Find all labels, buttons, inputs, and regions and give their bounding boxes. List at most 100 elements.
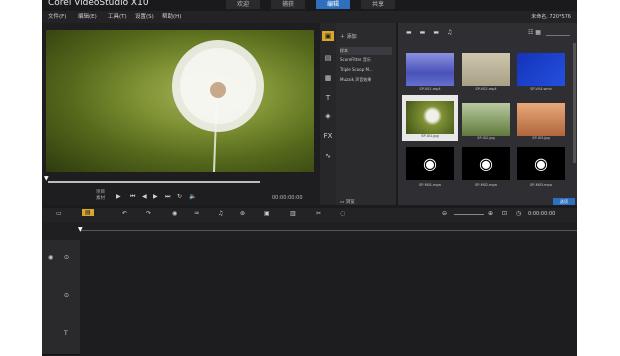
library-scrollbar[interactable] [573,43,576,163]
menu-edit[interactable]: 编辑(E) [78,11,97,23]
thumb-video-3[interactable] [517,53,565,86]
project-info: 未命名, 720*576 [531,14,571,20]
thumb-video-2[interactable] [462,53,510,86]
media-icon[interactable]: ▣ [322,31,334,41]
thumb-video-1[interactable] [406,53,454,86]
library-toolbar: ▣ ▤ ▦ T ◈ FX ∿ [320,23,336,205]
thumb-image-3[interactable] [517,103,565,136]
timeline-tracks: ◉ ⊙ ⊙ T [42,240,577,356]
motion-tracking-icon[interactable]: ⊛ [240,210,245,217]
tab-share[interactable]: 共享 [361,0,395,9]
folder-item[interactable]: Triple Scoop M... [340,66,373,74]
add-folder-label: 添加 [346,34,357,40]
thumb-label: SP-V04.wmv [530,87,552,91]
add-folder-button[interactable]: ＋ 添加 [340,33,357,40]
prev-frame-icon[interactable]: ◀ [142,193,147,200]
subtitle-editor-icon[interactable]: ▣ [264,210,270,217]
menu-help[interactable]: 帮助(H) [162,11,181,23]
media-filter-icons[interactable]: ▬▬▬♫ [406,29,460,36]
record-capture-icon[interactable]: ◉ [172,210,177,217]
track-visibility-icon[interactable]: ⊙ [64,254,69,261]
playhead[interactable]: ▼ [78,226,83,233]
app-window: Corel VideoStudio X10 欢迎 捕获 编辑 共享 文件(F) … [42,0,577,356]
next-frame-icon[interactable]: ▶ [153,193,158,200]
menu-tools[interactable]: 工具(T) [108,11,127,23]
mode-clip[interactable]: 素材 [96,196,105,202]
tab-capture[interactable]: 捕获 [271,0,305,9]
title-icon[interactable]: T [322,93,334,103]
thumb-audio-1[interactable]: ◉ [406,147,454,180]
thumb-label: SP-M03.mpa [530,183,552,187]
thumb-audio-3[interactable]: ◉ [517,147,565,180]
preview-panel: ▼ 项目 素材 ▶ ⏮ ◀ ▶ ⏭ ↻ 🔈 00:00:00:00 [42,23,320,205]
folder-item[interactable]: ScoreFitter 音乐 [340,56,371,64]
zoom-out-icon[interactable]: ⊖ [442,210,447,217]
sound-mixer-icon[interactable]: ♒ [194,210,199,217]
timeline-timecode[interactable]: 0:00:00:00 [528,211,555,217]
filter-icon[interactable]: FX [322,131,334,141]
redo-icon[interactable]: ↷ [146,210,151,217]
thumb-label: SP-M02.mpa [475,183,497,187]
path-icon[interactable]: ∿ [322,151,334,161]
thumb-size-slider[interactable] [546,35,570,36]
browse-label: 浏览 [345,200,355,205]
thumb-label: SP-V02.mp4 [475,87,497,91]
preview-timecode[interactable]: 00:00:00:00 [272,195,303,201]
play-icon[interactable]: ▶ [116,193,121,200]
dandelion-image [172,40,264,172]
zoom-in-icon[interactable]: ⊕ [488,210,493,217]
thumb-label: SP-V01.mp4 [419,87,441,91]
ripple-edit-icon[interactable]: ◌ [340,210,345,217]
app-title: Corel VideoStudio X10 [48,0,149,8]
thumb-image-2[interactable] [462,103,510,136]
track-visibility-icon[interactable]: ⊙ [64,292,69,299]
volume-icon[interactable]: 🔈 [189,193,196,200]
folder-icon: ▭ [340,200,345,205]
thumb-label: SP-I03.jpg [532,136,550,140]
menu-file[interactable]: 文件(F) [48,11,66,23]
menu-settings[interactable]: 设置(S) [135,11,154,23]
title-bar: Corel VideoStudio X10 欢迎 捕获 编辑 共享 [42,0,577,11]
folder-item[interactable]: Muzaik 声音效果 [340,76,371,84]
timeline-ruler[interactable]: ▼ [42,222,577,240]
home-icon[interactable]: ⏮ [130,193,135,201]
undo-icon[interactable]: ↶ [122,210,127,217]
library-folder-list: ＋ 添加 样本 ScoreFitter 音乐 Triple Scoop M...… [336,23,396,205]
title-track-header[interactable]: T [42,316,80,355]
timeline-toolbar: ▭ ▤ ↶ ↷ ◉ ♒ ♫ ⊛ ▣ ▥ ✂ ◌ ⊖ ⊕ ⊡ ◷ 0:00:00:… [42,208,577,222]
camera-icon: ◉ [48,254,54,261]
thumb-image-1[interactable] [406,101,454,134]
tab-welcome[interactable]: 欢迎 [226,0,260,9]
mode-switch[interactable]: 项目 素材 [96,190,105,202]
options-button[interactable]: 选项 [553,198,575,205]
browse-button[interactable]: ▭ 浏览 [340,199,355,205]
end-icon[interactable]: ⏭ [165,193,170,201]
folder-item[interactable]: 样本 [340,47,392,55]
tab-edit[interactable]: 编辑 [316,0,350,9]
library-thumbnail-panel: ▬▬▬♫ ☷ ▦ SP-V01.mp4 SP-V02.mp4 SP-V04.wm… [398,23,577,205]
repeat-icon[interactable]: ↻ [177,193,182,200]
preview-video[interactable] [46,30,314,172]
thumb-label: SP-I02.jpg [477,136,495,140]
graphic-icon[interactable]: ◈ [322,111,334,121]
thumb-audio-2[interactable]: ◉ [462,147,510,180]
plus-icon: ＋ [340,34,346,40]
fit-project-icon[interactable]: ⊡ [502,210,507,217]
storyboard-view-icon[interactable]: ▭ [56,210,62,217]
title-track-icon: T [64,330,68,337]
instant-project-icon[interactable]: ▤ [322,53,334,63]
scrubber-bar[interactable] [48,181,260,183]
split-audio-icon[interactable]: ✂ [316,210,321,217]
timeline-view-icon[interactable]: ▤ [82,209,94,216]
overlay-track-header[interactable]: ⊙ [42,278,80,317]
clock-icon: ◷ [516,210,522,217]
multi-trim-icon[interactable]: ▥ [290,210,296,217]
video-track-header[interactable]: ◉ ⊙ [42,240,80,279]
ruler-line [80,230,577,231]
thumb-label: SP-I01.jpg [421,134,439,138]
thumb-label: SP-M01.mpa [419,183,441,187]
transition-icon[interactable]: ▦ [322,73,334,83]
auto-music-icon[interactable]: ♫ [218,210,223,217]
zoom-slider[interactable] [454,214,484,215]
view-toggle-icon[interactable]: ☷ ▦ [528,29,541,36]
